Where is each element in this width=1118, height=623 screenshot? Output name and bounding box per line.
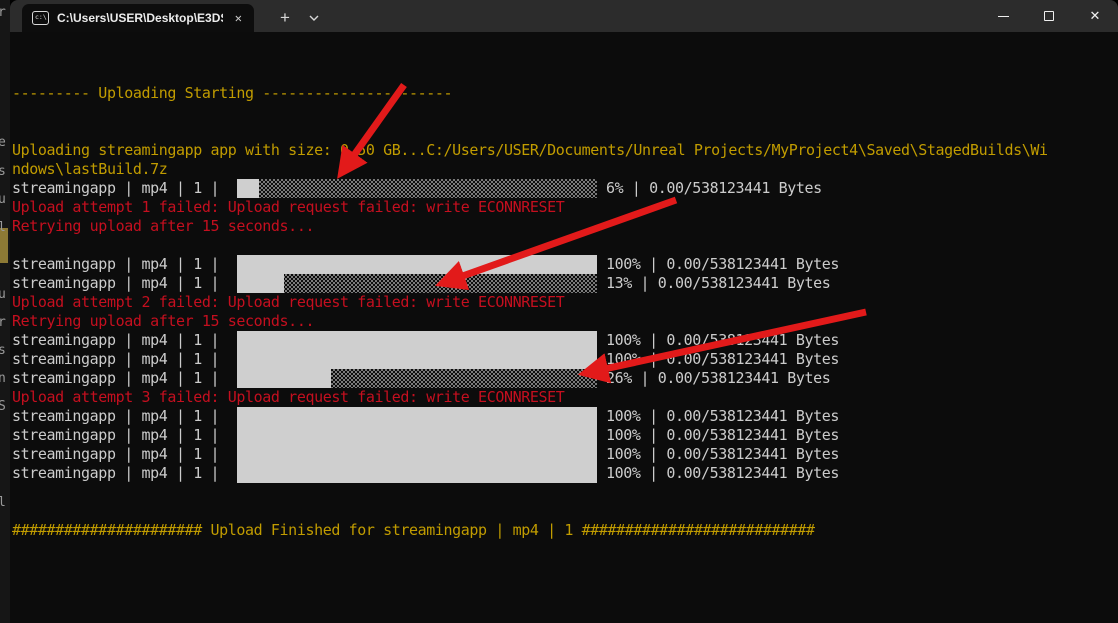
window-controls: ✕ [980,0,1118,32]
progress-stats: 100% | 0.00/538123441 Bytes [606,426,839,445]
log-line-finished: ###################### Upload Finished f… [12,521,815,540]
progress-stats: 100% | 0.00/538123441 Bytes [606,445,839,464]
progress-row: streamingapp | mp4 | 1 | 100% | 0.00/538… [12,350,839,369]
close-icon: ✕ [1090,10,1101,23]
progress-row: streamingapp | mp4 | 1 | 100% | 0.00/538… [12,407,839,426]
log-line-upload-info: Uploading streamingapp app with size: 0.… [12,141,1048,160]
background-text-fragment: r [0,6,6,19]
titlebar[interactable]: c:\ C:\Users\USER\Desktop\E3DS ✕ + ✕ [10,0,1118,32]
progress-stats: 100% | 0.00/538123441 Bytes [606,331,839,350]
progress-bar [237,350,597,369]
terminal-window: c:\ C:\Users\USER\Desktop\E3DS ✕ + ✕ ---… [10,0,1118,623]
progress-bar [237,255,597,274]
background-text-fragment: n [0,372,6,385]
progress-row: streamingapp | mp4 | 1 | 100% | 0.00/538… [12,445,839,464]
progress-label: streamingapp | mp4 | 1 | [12,331,237,350]
progress-row: streamingapp | mp4 | 1 | 13% | 0.00/5381… [12,274,830,293]
progress-stats: 100% | 0.00/538123441 Bytes [606,350,839,369]
tab-title: C:\Users\USER\Desktop\E3DS [57,11,223,25]
terminal-content[interactable]: --------- Uploading Starting -----------… [10,32,1118,623]
minimize-icon [998,16,1009,17]
progress-label: streamingapp | mp4 | 1 | [12,255,237,274]
progress-label: streamingapp | mp4 | 1 | [12,445,237,464]
progress-bar [237,274,597,293]
progress-label: streamingapp | mp4 | 1 | [12,350,237,369]
progress-row: streamingapp | mp4 | 1 | 26% | 0.00/5381… [12,369,830,388]
progress-row: streamingapp | mp4 | 1 | 100% | 0.00/538… [12,426,839,445]
progress-bar [237,445,597,464]
background-text-fragment: l [0,496,6,509]
progress-label: streamingapp | mp4 | 1 | [12,369,237,388]
background-text-fragment: S [0,400,6,413]
chevron-down-icon [309,15,319,21]
progress-label: streamingapp | mp4 | 1 | [12,179,237,198]
progress-stats: 13% | 0.00/538123441 Bytes [606,274,830,293]
maximize-button[interactable] [1026,0,1072,32]
log-line-fail-3: Upload attempt 3 failed: Upload request … [12,388,564,407]
tab-active[interactable]: c:\ C:\Users\USER\Desktop\E3DS ✕ [22,4,254,32]
progress-label: streamingapp | mp4 | 1 | [12,426,237,445]
progress-row: streamingapp | mp4 | 1 | 6% | 0.00/53812… [12,179,822,198]
screen: r e s u l u r s n Sl c:\ C:\Users\USER\Desktop\E3… [0,0,1118,623]
progress-bar [237,407,597,426]
progress-label: streamingapp | mp4 | 1 | [12,407,237,426]
command-prompt-icon: c:\ [32,11,49,25]
progress-row: streamingapp | mp4 | 1 | 100% | 0.00/538… [12,331,839,350]
background-text-fragment: r [0,316,6,329]
background-text-fragment: e [0,136,6,149]
minimize-button[interactable] [980,0,1026,32]
progress-bar [237,426,597,445]
log-line-header: --------- Uploading Starting -----------… [12,84,452,103]
progress-label: streamingapp | mp4 | 1 | [12,274,237,293]
new-tab-button[interactable]: + [273,6,297,30]
maximize-icon [1044,11,1054,21]
progress-stats: 100% | 0.00/538123441 Bytes [606,464,839,483]
log-line-fail-2: Upload attempt 2 failed: Upload request … [12,293,564,312]
background-text-fragment: s [0,344,6,357]
progress-bar [237,369,597,388]
background-text-fragment: u [0,193,6,206]
progress-bar [237,464,597,483]
background-window-sliver: r e s u l u r s n Sl [0,0,10,623]
log-line-upload-info-wrap: ndows\lastBuild.7z [12,160,167,179]
progress-stats: 26% | 0.00/538123441 Bytes [606,369,830,388]
background-text-fragment: u [0,288,6,301]
progress-stats: 6% | 0.00/538123441 Bytes [606,179,822,198]
progress-stats: 100% | 0.00/538123441 Bytes [606,407,839,426]
progress-stats: 100% | 0.00/538123441 Bytes [606,255,839,274]
log-line-retry-1: Retrying upload after 15 seconds... [12,217,314,236]
tab-close-icon[interactable]: ✕ [231,10,246,26]
progress-row: streamingapp | mp4 | 1 | 100% | 0.00/538… [12,464,839,483]
progress-bar [237,179,597,198]
log-line-retry-2: Retrying upload after 15 seconds... [12,312,314,331]
progress-label: streamingapp | mp4 | 1 | [12,464,237,483]
tab-dropdown-button[interactable] [303,6,325,30]
log-line-fail-1: Upload attempt 1 failed: Upload request … [12,198,564,217]
progress-row: streamingapp | mp4 | 1 | 100% | 0.00/538… [12,255,839,274]
background-text-fragment: l [0,221,6,234]
close-button[interactable]: ✕ [1072,0,1118,32]
background-text-fragment: s [0,165,6,178]
progress-bar [237,331,597,350]
